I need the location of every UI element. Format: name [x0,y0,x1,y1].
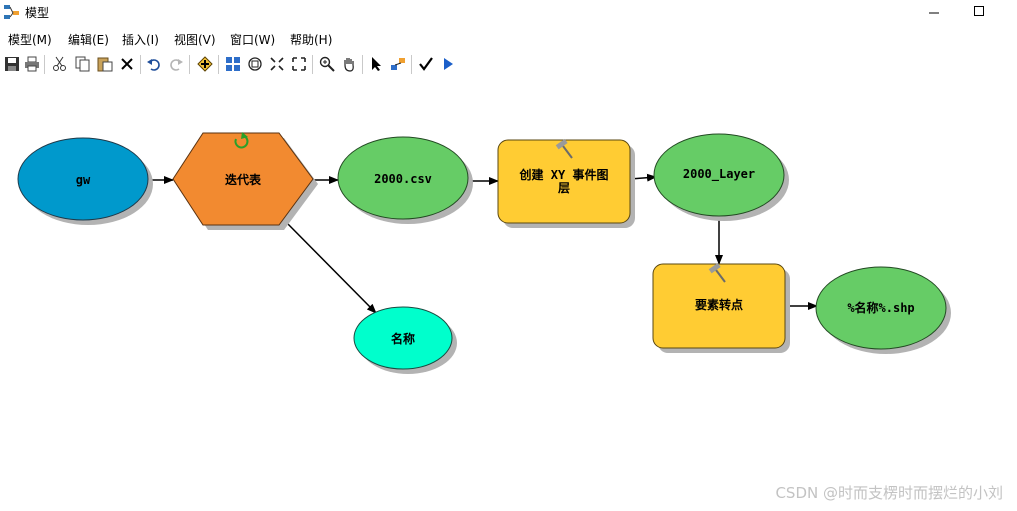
node-output[interactable]: %名称%.shp [815,266,951,354]
run-icon[interactable] [439,55,457,73]
menu-help[interactable]: 帮助(H) [290,31,332,48]
auto-layout-icon[interactable] [224,55,242,73]
node-xy-tool-label-line1: 创建 XY 事件图 [519,167,609,182]
validate-icon[interactable] [417,55,435,73]
node-layer[interactable]: 2000_Layer [653,133,789,221]
node-layer-label: 2000_Layer [683,167,755,182]
node-gw[interactable]: gw [17,137,153,225]
select-icon[interactable] [367,55,385,73]
menu-window[interactable]: 窗口(W) [230,31,275,48]
model-app-icon [3,3,21,21]
node-xy-tool-label-line2: 层 [558,181,570,195]
node-xy-tool[interactable]: 创建 XY 事件图 层 [497,138,635,228]
redo-icon[interactable] [167,55,185,73]
minimize-button[interactable] [912,0,956,22]
save-icon[interactable] [3,55,21,73]
fixed-zoom-out-icon[interactable] [290,55,308,73]
maximize-button[interactable] [957,0,1001,22]
pan-icon[interactable] [340,55,358,73]
window-title: 模型 [25,6,50,20]
copy-icon[interactable] [74,55,92,73]
toolbar-separator [411,55,412,74]
node-output-label: %名称%.shp [847,300,914,315]
csdn-watermark: CSDN @时而支楞时而摆烂的小刘 [775,484,1003,502]
menu-bar: 模型(M) 编辑(E) 插入(I) 视图(V) 窗口(W) 帮助(H) [0,29,1017,49]
menu-edit[interactable]: 编辑(E) [68,31,109,48]
model-canvas[interactable]: gw 迭代表 2000.csv 创建 XY 事件图 层 2000_Layer 名… [0,80,1017,511]
paste-icon[interactable] [96,55,114,73]
full-extent-icon[interactable] [246,55,264,73]
node-csv[interactable]: 2000.csv [337,136,473,224]
toolbar-separator [44,55,45,74]
menu-model[interactable]: 模型(M) [8,31,52,48]
toolbar-separator [362,55,363,74]
node-iterator-label: 迭代表 [225,172,262,187]
connector-iterator-to-name[interactable] [283,219,377,314]
node-feature-tool-label: 要素转点 [695,297,743,312]
toolbar [0,52,1017,77]
node-gw-label: gw [76,173,91,187]
undo-icon[interactable] [145,55,163,73]
node-name-label: 名称 [391,331,415,346]
toolbar-separator [218,55,219,74]
menu-view[interactable]: 视图(V) [174,31,216,48]
menu-insert[interactable]: 插入(I) [122,31,159,48]
delete-icon[interactable] [118,55,136,73]
node-csv-label: 2000.csv [374,172,432,186]
cut-icon[interactable] [51,55,69,73]
node-name[interactable]: 名称 [353,306,457,374]
node-feature-tool[interactable]: 要素转点 [652,262,790,353]
fixed-zoom-in-icon[interactable] [268,55,286,73]
toolbar-separator [140,55,141,74]
toolbar-separator [189,55,190,74]
connect-icon[interactable] [389,55,407,73]
node-iterator[interactable]: 迭代表 [172,132,318,230]
title-bar: 模型 [0,0,1017,24]
add-data-icon[interactable] [196,55,214,73]
zoom-icon[interactable] [318,55,336,73]
print-icon[interactable] [23,55,41,73]
toolbar-separator [312,55,313,74]
